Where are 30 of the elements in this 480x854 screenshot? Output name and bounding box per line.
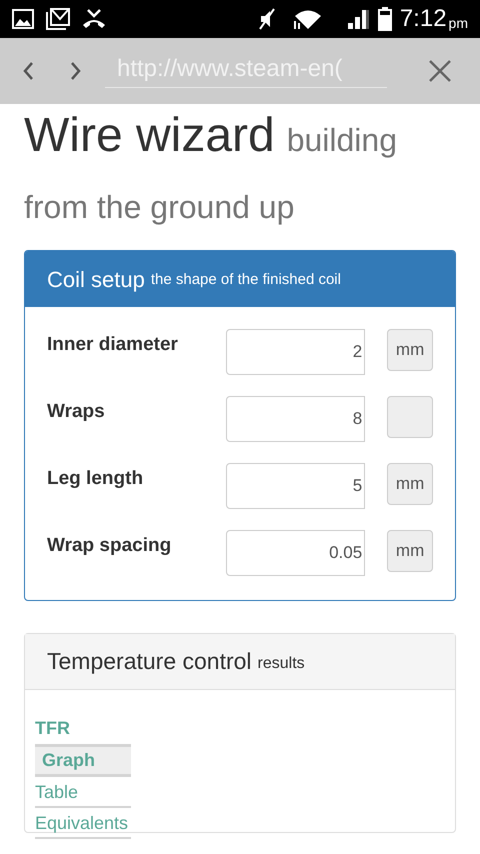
unit-addon: [387, 396, 433, 438]
panel-title: Temperature control: [47, 647, 252, 676]
panel-subtitle: results: [258, 654, 305, 674]
field-label: Wraps: [47, 400, 106, 424]
number-input[interactable]: 2: [226, 329, 366, 375]
battery-icon: [378, 7, 392, 31]
clock-period: pm: [448, 14, 468, 33]
page-heading: Wire wizard building from the ground up: [24, 108, 398, 227]
number-input[interactable]: 8: [226, 396, 366, 442]
number-input[interactable]: 0.05: [226, 530, 366, 576]
picture-icon: [12, 9, 34, 29]
missed-call-icon: [82, 9, 106, 29]
panel-subtitle: the shape of the finished coil: [150, 270, 341, 290]
wifi-icon: [292, 8, 322, 30]
field-label: Inner diameter: [47, 333, 179, 357]
panel-title: Coil setup: [47, 266, 145, 294]
signal-icon: [346, 8, 370, 30]
mail-icon: [46, 8, 70, 30]
field-label: Leg length: [47, 467, 144, 491]
muted-icon: [258, 8, 276, 30]
unit-addon: mm: [387, 463, 433, 505]
back-icon: [22, 61, 34, 81]
unit-addon: mm: [387, 530, 433, 572]
close-icon: [428, 59, 452, 83]
group-title: TFR: [35, 717, 71, 740]
unit-addon: mm: [387, 329, 433, 371]
number-input[interactable]: 5: [226, 463, 366, 509]
field-label: Wrap spacing: [47, 534, 172, 558]
forward-icon: [70, 61, 82, 81]
clock-time: 7:12: [400, 4, 447, 34]
